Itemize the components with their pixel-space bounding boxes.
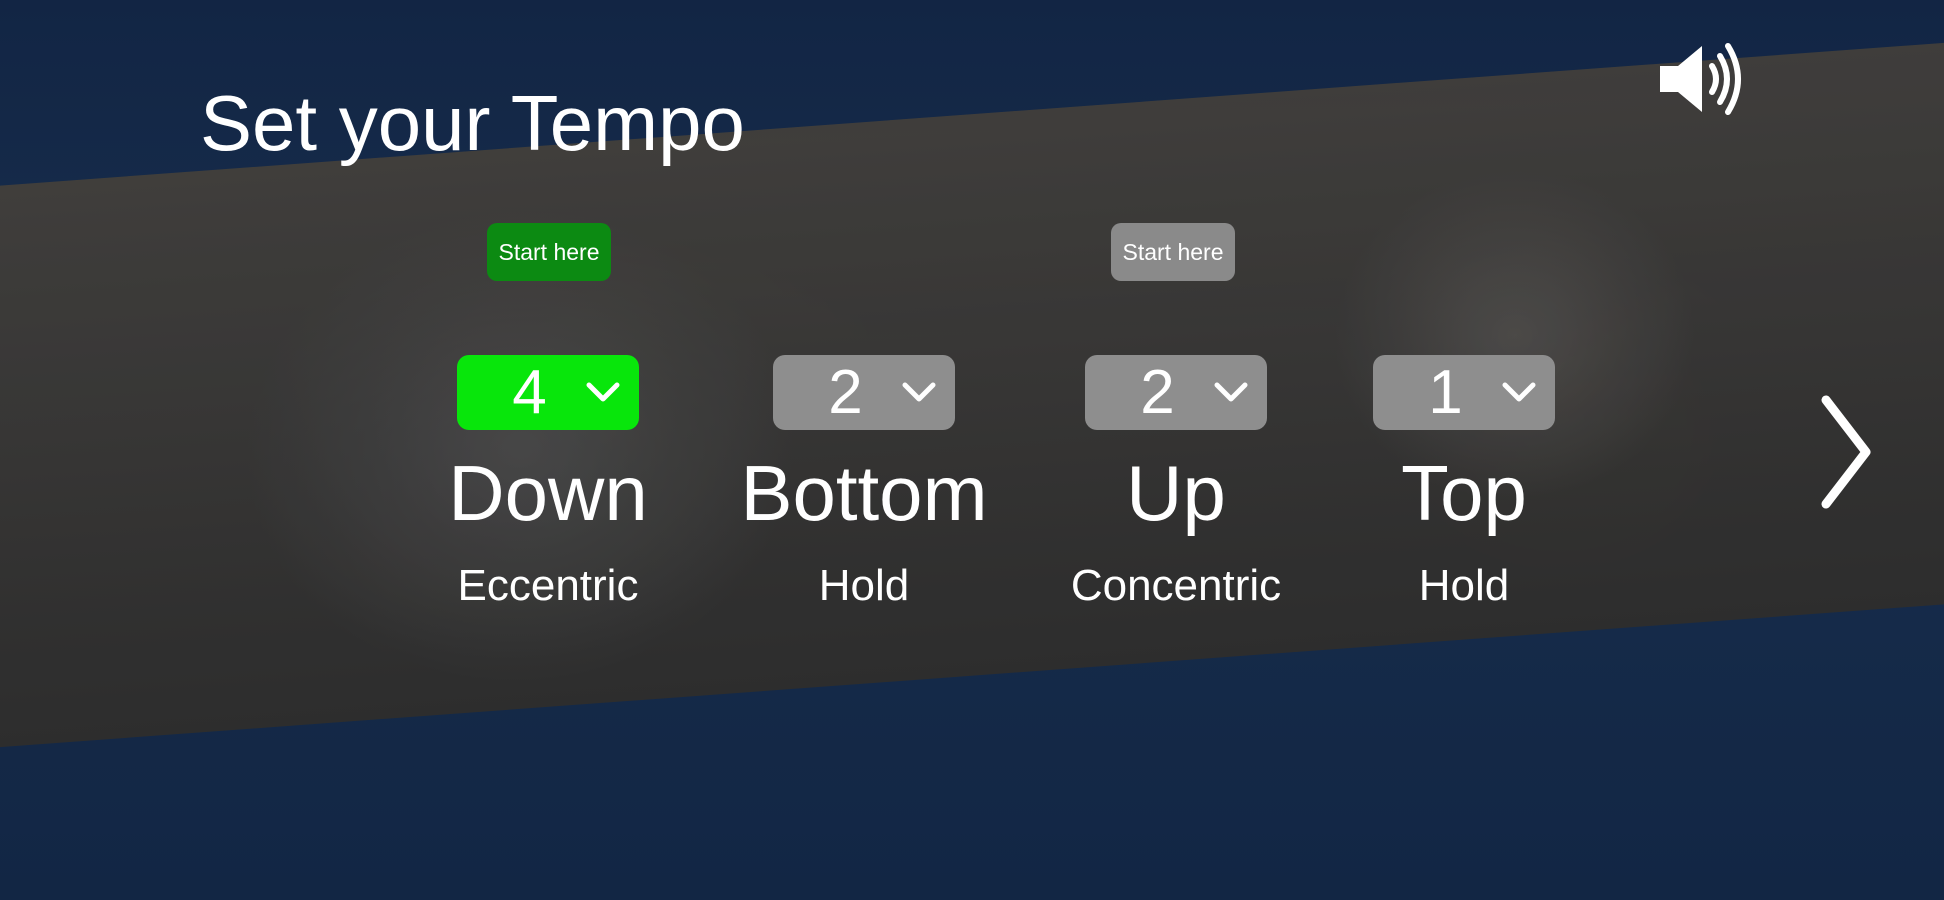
phase-name-up: Up: [1126, 449, 1226, 537]
phase-top: 1 Top Hold: [1304, 355, 1624, 612]
sound-toggle-button[interactable]: [1656, 38, 1748, 120]
chevron-down-icon: [1214, 382, 1248, 402]
top-duration-value: 1: [1428, 358, 1463, 427]
top-duration-select[interactable]: 1: [1373, 355, 1555, 430]
phase-sub-concentric: Concentric: [1070, 561, 1282, 610]
start-here-badge-up[interactable]: Start here: [1111, 223, 1235, 281]
up-duration-value: 2: [1140, 358, 1175, 427]
phase-up: 2 Up Concentric: [1016, 355, 1336, 612]
bottom-duration-value: 2: [828, 358, 863, 427]
phase-name-top: Top: [1401, 449, 1527, 537]
down-duration-value: 4: [512, 358, 547, 427]
chevron-right-icon: [1821, 395, 1871, 509]
phase-sub-hold: Hold: [818, 561, 910, 610]
start-here-badge-down: Start here: [487, 223, 611, 281]
phase-name-down: Down: [448, 449, 648, 537]
chevron-down-icon: [1502, 382, 1536, 402]
page-title: Set your Tempo: [200, 79, 745, 167]
phase-sub-hold: Hold: [1418, 561, 1510, 610]
phase-bottom: 2 Bottom Hold: [704, 355, 1024, 612]
phase-name-bottom: Bottom: [740, 449, 988, 537]
phase-sub-eccentric: Eccentric: [457, 561, 639, 610]
up-duration-select[interactable]: 2: [1085, 355, 1267, 430]
phase-down: 4 Down Eccentric: [388, 355, 708, 612]
speaker-volume-icon: [1660, 43, 1741, 115]
down-duration-select[interactable]: 4: [457, 355, 639, 430]
bottom-duration-select[interactable]: 2: [773, 355, 955, 430]
next-button[interactable]: [1814, 392, 1880, 512]
chevron-down-icon: [586, 382, 620, 402]
chevron-down-icon: [902, 382, 936, 402]
